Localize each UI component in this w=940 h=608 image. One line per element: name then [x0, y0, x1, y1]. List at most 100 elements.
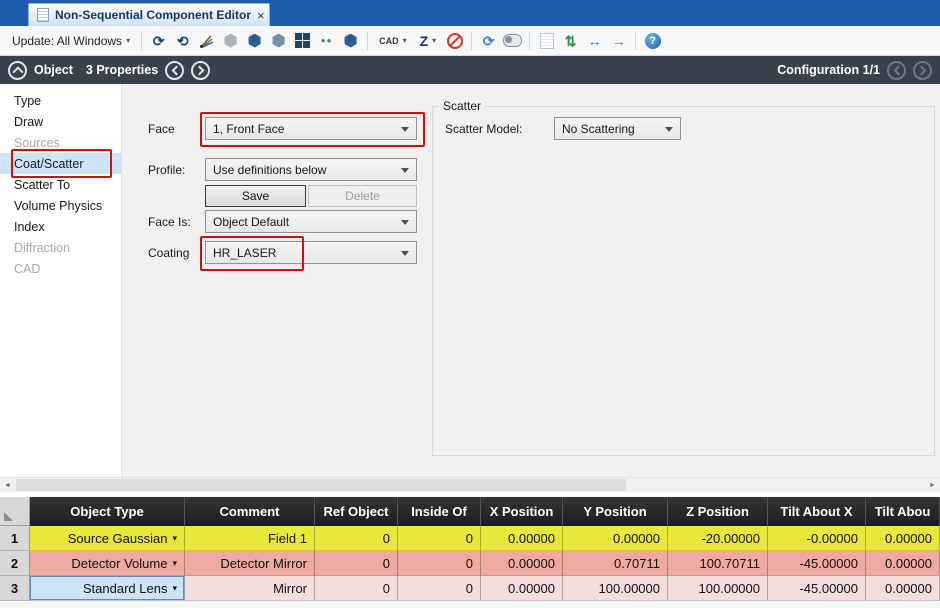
- column-header-comment[interactable]: Comment: [185, 497, 315, 526]
- toolbar: Update: All Windows ▾ ⟳ ⟲ ●● CAD ▾ Z: [0, 26, 940, 56]
- next-object-button[interactable]: [191, 61, 210, 80]
- column-header-x-position[interactable]: X Position: [481, 497, 563, 526]
- cad-menu[interactable]: CAD ▾: [375, 34, 411, 48]
- sidebar-item-draw[interactable]: Draw: [0, 111, 121, 132]
- detector-viewer-icon[interactable]: ●●: [317, 31, 336, 50]
- refresh-icon[interactable]: ⟳: [149, 31, 168, 50]
- column-header-z-position[interactable]: Z Position: [668, 497, 768, 526]
- sidebar-item-scatter-to[interactable]: Scatter To: [0, 174, 121, 195]
- shaded-model-icon[interactable]: [221, 31, 240, 50]
- scroll-left-arrow[interactable]: ◄: [0, 478, 15, 492]
- sidebar-item-cad[interactable]: CAD: [0, 258, 121, 279]
- profile-dropdown[interactable]: Use definitions below: [205, 158, 417, 181]
- table-row: 1 Source Gaussian ▾ Field 1 0 0 0.00000 …: [0, 526, 940, 551]
- refresh-window-icon[interactable]: ⟳: [479, 31, 498, 50]
- cell-object-type-selected[interactable]: Standard Lens ▾: [30, 576, 185, 601]
- dropdown-caret-icon: ▾: [172, 533, 177, 544]
- scatter-model-dropdown[interactable]: No Scattering: [554, 117, 681, 140]
- next-configuration-button[interactable]: [913, 61, 932, 80]
- cell-tilt-about-y[interactable]: 0.00000: [866, 526, 940, 551]
- row-number[interactable]: 1: [0, 526, 30, 551]
- properties-bar: Object 3 Properties Configuration 1/1: [0, 56, 940, 84]
- sidebar-item-coat-scatter[interactable]: Coat/Scatter: [0, 153, 121, 174]
- sidebar-item-index[interactable]: Index: [0, 216, 121, 237]
- prev-configuration-button[interactable]: [887, 61, 906, 80]
- cell-ref-object[interactable]: 0: [315, 576, 398, 601]
- collapse-properties-button[interactable]: [8, 61, 27, 80]
- coating-label: Coating: [148, 241, 189, 264]
- cell-tilt-about-y[interactable]: 0.00000: [866, 551, 940, 576]
- document-icon: [37, 8, 49, 22]
- cell-x-position[interactable]: 0.00000: [481, 526, 563, 551]
- cell-z-position[interactable]: -20.00000: [668, 526, 768, 551]
- cell-tilt-about-x[interactable]: -45.00000: [768, 576, 866, 601]
- cell-object-type[interactable]: Source Gaussian ▾: [30, 526, 185, 551]
- scrollbar-thumb[interactable]: [16, 479, 626, 491]
- column-header-tilt-about-x[interactable]: Tilt About X: [768, 497, 866, 526]
- help-icon[interactable]: ?: [643, 31, 662, 50]
- column-header-ref-object[interactable]: Ref Object: [315, 497, 398, 526]
- row-number[interactable]: 2: [0, 551, 30, 576]
- configuration-label: Configuration 1/1: [777, 63, 880, 77]
- cell-tilt-about-x[interactable]: -45.00000: [768, 551, 866, 576]
- cell-comment[interactable]: Mirror: [185, 576, 315, 601]
- close-icon[interactable]: ×: [257, 9, 265, 22]
- separator: [529, 32, 530, 50]
- chevron-down-icon: [665, 127, 673, 132]
- object-type-label: Standard Lens: [83, 581, 168, 596]
- table-bottom-strip: [0, 601, 940, 608]
- column-header-inside-of[interactable]: Inside Of: [398, 497, 481, 526]
- sidebar-item-sources[interactable]: Sources: [0, 132, 121, 153]
- refresh-all-icon[interactable]: ⟲: [173, 31, 192, 50]
- save-button[interactable]: Save: [205, 185, 306, 207]
- cell-inside-of[interactable]: 0: [398, 526, 481, 551]
- select-all-corner[interactable]: [0, 497, 30, 526]
- row-number[interactable]: 3: [0, 576, 30, 601]
- tab-nsc-editor[interactable]: Non-Sequential Component Editor ×: [28, 3, 270, 26]
- cell-inside-of[interactable]: 0: [398, 551, 481, 576]
- toggle-icon[interactable]: [503, 31, 522, 50]
- zemax-part-menu[interactable]: Z ▾: [416, 31, 441, 51]
- cell-z-position[interactable]: 100.00000: [668, 576, 768, 601]
- cell-y-position[interactable]: 100.00000: [563, 576, 668, 601]
- swap-rows-icon[interactable]: ⇅: [561, 31, 580, 50]
- cell-tilt-about-y[interactable]: 0.00000: [866, 576, 940, 601]
- sidebar-item-type[interactable]: Type: [0, 90, 121, 111]
- cell-comment[interactable]: Detector Mirror: [185, 551, 315, 576]
- fit-width-icon[interactable]: ↔: [585, 31, 604, 50]
- cell-tilt-about-x[interactable]: -0.00000: [768, 526, 866, 551]
- face-is-dropdown[interactable]: Object Default: [205, 210, 417, 233]
- solid-model-icon[interactable]: [245, 31, 264, 50]
- no-symbol-icon[interactable]: [445, 31, 464, 50]
- chevron-down-icon: [401, 251, 409, 256]
- prev-object-button[interactable]: [165, 61, 184, 80]
- nsc-shaded-model-icon[interactable]: [341, 31, 360, 50]
- face-dropdown[interactable]: 1, Front Face: [205, 117, 417, 140]
- cell-z-position[interactable]: 100.70711: [668, 551, 768, 576]
- cell-x-position[interactable]: 0.00000: [481, 576, 563, 601]
- coating-dropdown[interactable]: HR_LASER: [205, 241, 417, 264]
- cell-y-position[interactable]: 0.00000: [563, 526, 668, 551]
- tile-windows-icon[interactable]: [293, 31, 312, 50]
- column-header-tilt-about-y[interactable]: Tilt Abou: [866, 497, 940, 526]
- cell-inside-of[interactable]: 0: [398, 576, 481, 601]
- update-menu-label: Update: All Windows: [12, 34, 122, 48]
- update-menu[interactable]: Update: All Windows ▾: [8, 32, 134, 50]
- delete-button[interactable]: Delete: [308, 185, 417, 207]
- horizontal-scrollbar[interactable]: ◄ ►: [0, 477, 940, 492]
- ray-trace-icon[interactable]: [197, 31, 216, 50]
- cell-x-position[interactable]: 0.00000: [481, 551, 563, 576]
- cell-ref-object[interactable]: 0: [315, 551, 398, 576]
- cell-ref-object[interactable]: 0: [315, 526, 398, 551]
- sidebar-item-diffraction[interactable]: Diffraction: [0, 237, 121, 258]
- go-to-row-icon[interactable]: →: [609, 31, 628, 50]
- column-header-y-position[interactable]: Y Position: [563, 497, 668, 526]
- scroll-right-arrow[interactable]: ►: [925, 478, 940, 492]
- object-viewer-icon[interactable]: [269, 31, 288, 50]
- cell-object-type[interactable]: Detector Volume ▾: [30, 551, 185, 576]
- editor-document-icon[interactable]: [537, 31, 556, 50]
- cell-comment[interactable]: Field 1: [185, 526, 315, 551]
- column-header-object-type[interactable]: Object Type: [30, 497, 185, 526]
- sidebar-item-volume-physics[interactable]: Volume Physics: [0, 195, 121, 216]
- cell-y-position[interactable]: 0.70711: [563, 551, 668, 576]
